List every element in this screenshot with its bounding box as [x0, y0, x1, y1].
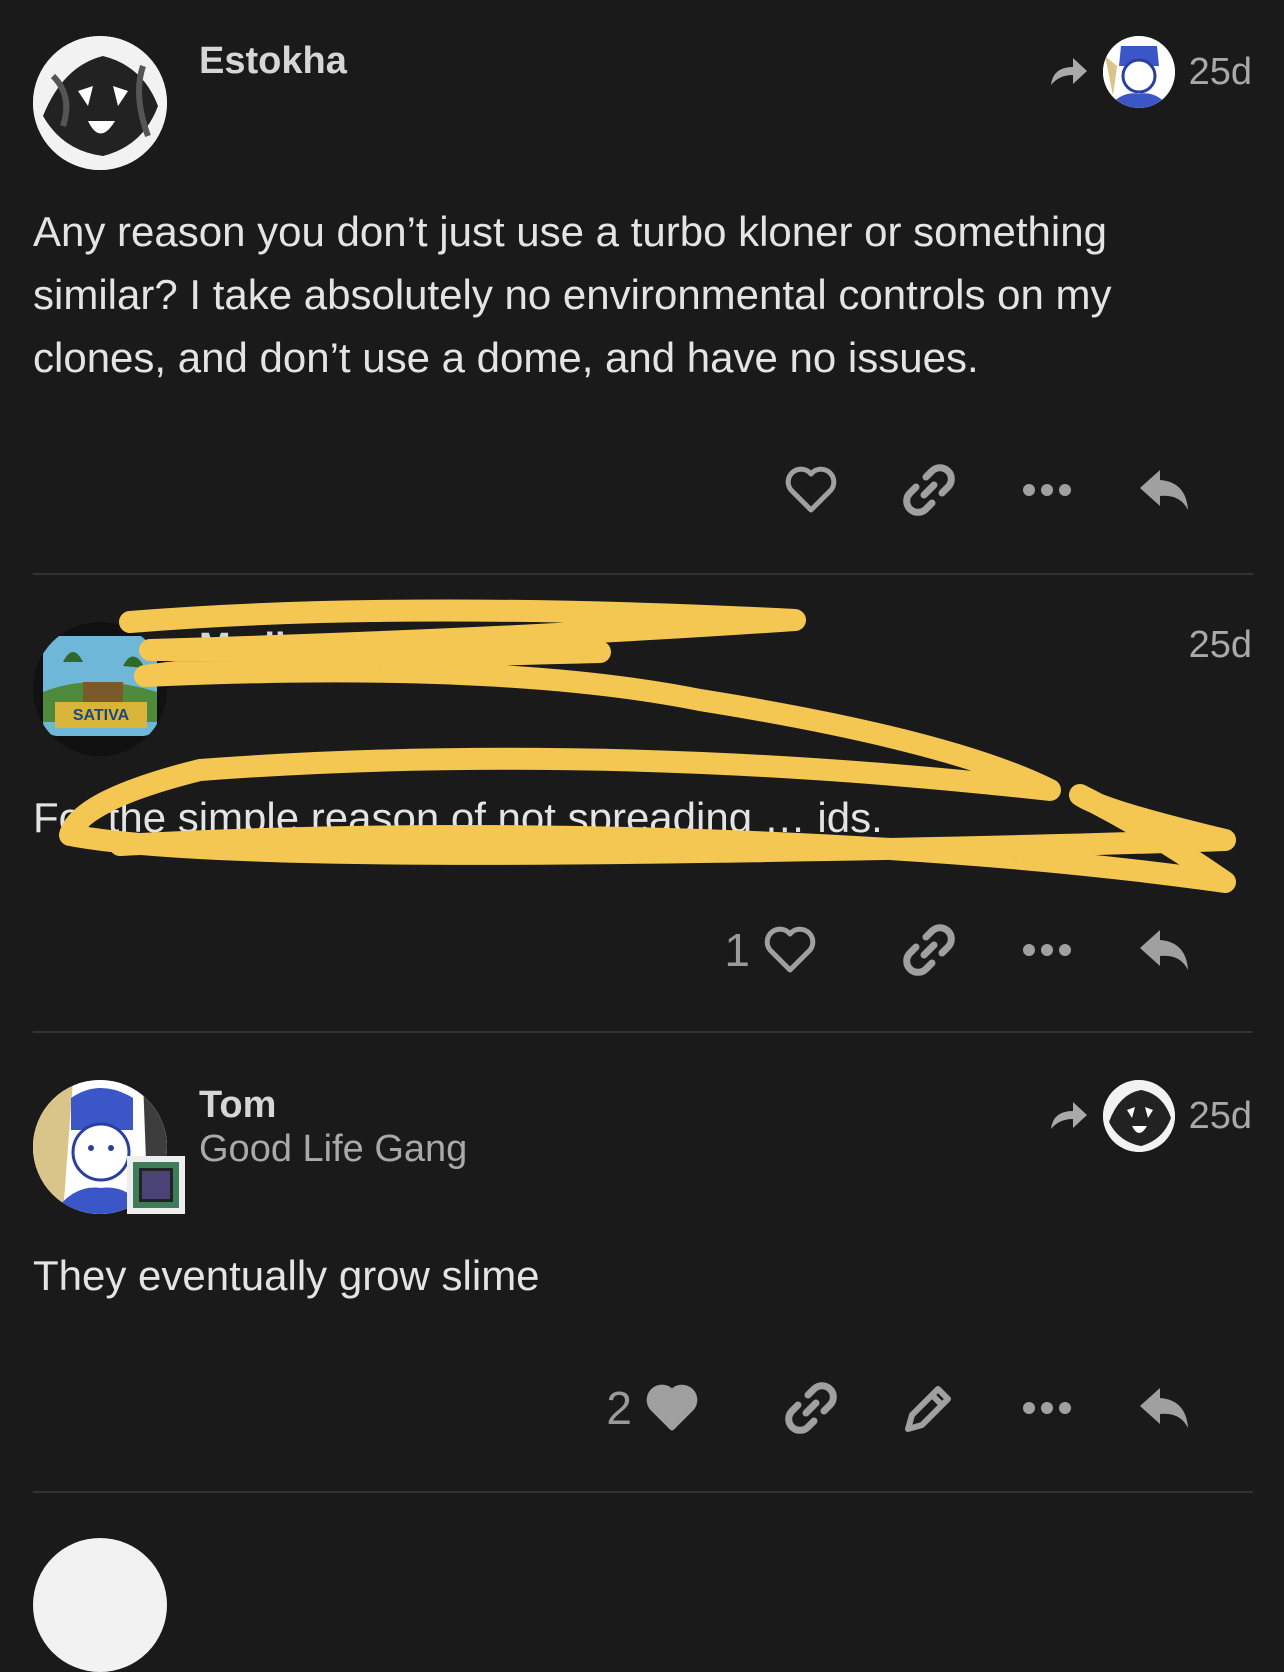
post-divider — [33, 573, 1253, 575]
post-body: Any reason you don’t just use a turbo kl… — [33, 208, 1112, 381]
username[interactable]: Estokha — [199, 40, 347, 83]
post-actions — [752, 455, 1224, 525]
post-divider — [33, 1031, 1253, 1033]
post-meta: 25d — [1189, 624, 1252, 667]
like-button[interactable] — [642, 1373, 702, 1443]
copy-link-button[interactable] — [870, 455, 988, 525]
edit-icon — [905, 1386, 951, 1432]
avatar[interactable] — [33, 1538, 167, 1672]
reply-icon — [1140, 470, 1188, 510]
reply-button[interactable] — [1106, 1373, 1224, 1443]
post-actions: 1 — [724, 915, 1224, 985]
copy-link-button[interactable] — [752, 1373, 870, 1443]
reply-to-avatar[interactable] — [1102, 36, 1175, 108]
heart-icon — [764, 926, 816, 973]
reply-button[interactable] — [1106, 915, 1224, 985]
like-count[interactable]: 2 — [606, 1381, 632, 1435]
like-button[interactable] — [752, 455, 870, 525]
svg-text:SATIVA: SATIVA — [73, 707, 130, 724]
post-body: They eventually grow slime — [33, 1252, 540, 1299]
avatar[interactable]: SATIVA — [33, 622, 167, 756]
share-arrow-icon[interactable] — [1049, 55, 1089, 89]
reply-icon — [1140, 930, 1188, 970]
more-button[interactable] — [988, 915, 1106, 985]
avatar[interactable] — [33, 36, 167, 170]
link-icon — [903, 464, 955, 516]
more-button[interactable] — [988, 455, 1106, 525]
reply-to-avatar[interactable] — [1102, 1080, 1175, 1152]
post-divider — [33, 1491, 1253, 1493]
more-icon — [1023, 944, 1071, 956]
link-icon — [903, 924, 955, 976]
post-date[interactable]: 25d — [1189, 1095, 1252, 1138]
edit-button[interactable] — [870, 1373, 988, 1443]
user-flair-badge[interactable] — [127, 1156, 185, 1214]
post-date[interactable]: 25d — [1189, 51, 1252, 94]
post-actions: 2 — [606, 1373, 1224, 1443]
heart-icon — [785, 466, 837, 513]
post-meta: 25d — [1049, 1080, 1252, 1152]
more-icon — [1023, 1402, 1071, 1414]
reply-icon — [1140, 1388, 1188, 1428]
share-arrow-icon[interactable] — [1049, 1099, 1089, 1133]
user-title: Good Life Gang — [199, 1128, 468, 1170]
more-icon — [1023, 484, 1071, 496]
copy-link-button[interactable] — [870, 915, 988, 985]
link-icon — [785, 1382, 837, 1434]
like-button[interactable] — [760, 915, 820, 985]
post-body: For the simple reason of not spreading …… — [33, 794, 883, 841]
heart-icon — [646, 1384, 698, 1431]
more-button[interactable] — [988, 1373, 1106, 1443]
post-meta: 25d — [1049, 36, 1252, 108]
username[interactable]: Tom — [199, 1084, 276, 1127]
username[interactable]: Medic — [199, 626, 307, 669]
post-date[interactable]: 25d — [1189, 624, 1252, 667]
like-count[interactable]: 1 — [724, 923, 750, 977]
reply-button[interactable] — [1106, 455, 1224, 525]
